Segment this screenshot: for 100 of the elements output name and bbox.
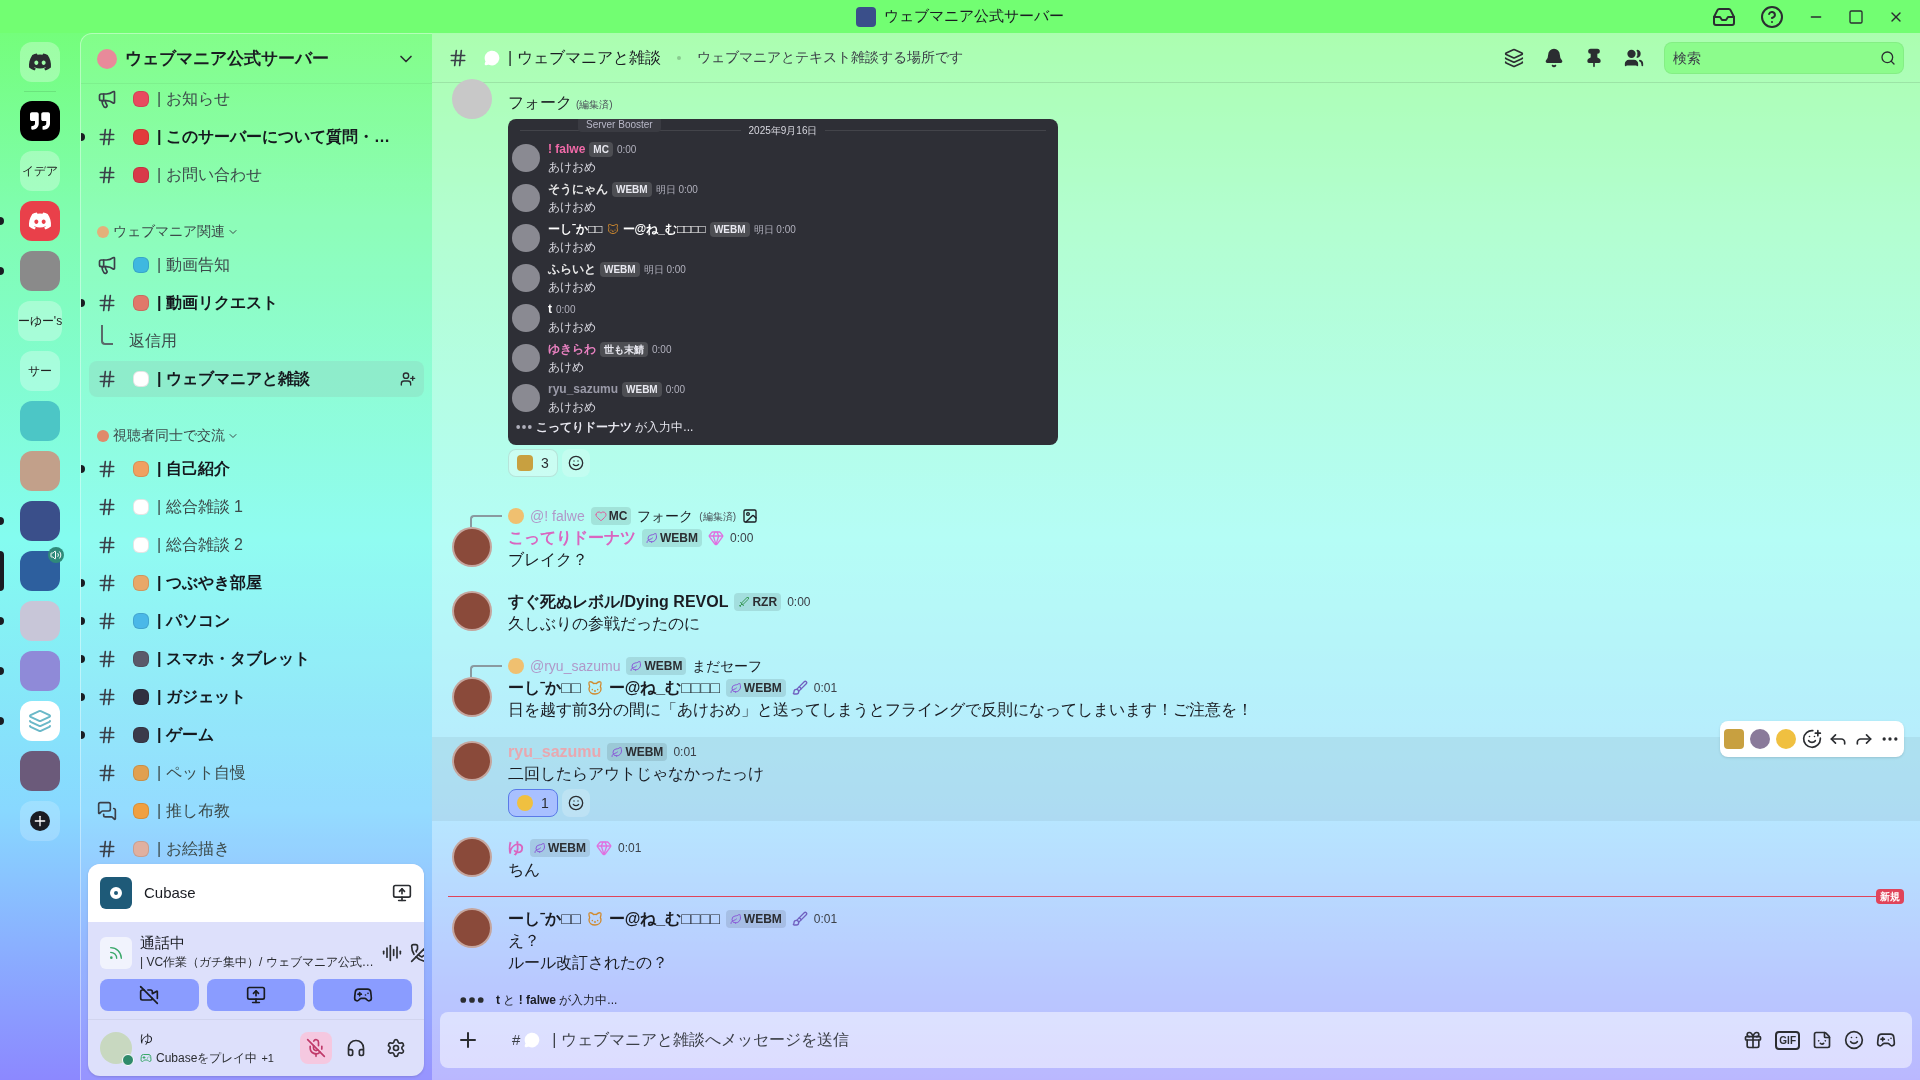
- channel-name[interactable]: | ゲーム: [157, 723, 214, 747]
- bell-icon[interactable]: [1544, 47, 1564, 68]
- channel-item[interactable]: | お問い合わせ: [89, 157, 424, 193]
- channel-name[interactable]: | 動画リクエスト: [157, 291, 278, 315]
- server-picture[interactable]: [20, 551, 60, 591]
- channel-item[interactable]: | 自己紹介: [89, 451, 424, 487]
- user-avatar[interactable]: [452, 591, 492, 631]
- threads-icon[interactable]: [1504, 47, 1524, 68]
- author-name[interactable]: ー@ね_む□□□□: [608, 676, 720, 700]
- user-avatar[interactable]: [452, 677, 492, 717]
- gamepad-icon[interactable]: [1876, 1030, 1896, 1050]
- maximize-icon[interactable]: [1848, 8, 1864, 25]
- channel-name[interactable]: | つぶやき部屋: [157, 571, 262, 595]
- channel-item[interactable]: | パソコン: [89, 603, 424, 639]
- channel-type-icon: [97, 573, 117, 593]
- speech-bubble-icon: [484, 49, 500, 66]
- emoji-icon[interactable]: [1750, 729, 1770, 749]
- help-icon[interactable]: [1760, 4, 1784, 29]
- add-reaction-button[interactable]: [561, 449, 590, 477]
- channel-item[interactable]: | ペット自慢: [89, 755, 424, 791]
- reaction-chip[interactable]: 3: [508, 449, 558, 477]
- add-server-button[interactable]: [20, 801, 60, 841]
- message-composer[interactable]: # | ウェブマニアと雑談へメッセージを送信 GIF: [440, 1012, 1912, 1068]
- sticker-icon[interactable]: [1812, 1030, 1832, 1050]
- screen-share-icon[interactable]: [392, 883, 412, 904]
- channel-name[interactable]: | お問い合わせ: [157, 163, 262, 187]
- user-avatar[interactable]: [452, 908, 492, 948]
- screenshot-attachment[interactable]: [508, 119, 1058, 445]
- channel-item[interactable]: | お絵描き: [89, 831, 424, 867]
- channel-item[interactable]: | 推し布教: [89, 793, 424, 829]
- server-icon[interactable]: ーゆー's: [17, 301, 63, 341]
- channel-item[interactable]: | このサーバーについて質問・…: [89, 119, 424, 155]
- channel-name[interactable]: | お知らせ: [157, 87, 230, 111]
- author-name[interactable]: すぐ死ぬレボル/Dying REVOL: [508, 590, 729, 614]
- home-button[interactable]: [20, 42, 60, 82]
- emoji-picker-icon[interactable]: [1844, 1030, 1864, 1050]
- channel-item[interactable]: | ガジェット: [89, 679, 424, 715]
- category-header[interactable]: ウェブマニア関連: [113, 221, 239, 242]
- channel-name[interactable]: | このサーバーについて質問・…: [157, 125, 390, 149]
- channel-name[interactable]: | ガジェット: [157, 685, 246, 709]
- thread-link[interactable]: 返信用: [129, 329, 177, 353]
- screen-share-button[interactable]: [206, 979, 306, 1011]
- channel-name[interactable]: | パソコン: [157, 609, 230, 633]
- emoji-icon: [517, 455, 533, 471]
- channel-name[interactable]: | ペット自慢: [157, 761, 246, 785]
- server-picture[interactable]: [20, 751, 60, 791]
- mic-button[interactable]: [300, 1032, 332, 1064]
- channel-name[interactable]: | 総合雑談 1: [157, 495, 243, 519]
- channel-name[interactable]: | 動画告知: [157, 253, 230, 277]
- channel-name[interactable]: | 推し布教: [157, 799, 230, 823]
- channel-name[interactable]: | スマホ・タブレット: [157, 647, 310, 671]
- server-icon[interactable]: [20, 101, 60, 141]
- add-reaction-button[interactable]: [561, 789, 590, 817]
- author-name: ! falwe: [548, 141, 586, 158]
- activity-name: Cubase: [144, 883, 196, 903]
- channel-item[interactable]: | 動画告知: [89, 247, 424, 283]
- server-name[interactable]: ウェブマニア公式サーバー: [125, 45, 329, 72]
- channel-item[interactable]: | つぶやき部屋: [89, 565, 424, 601]
- server-icon[interactable]: サー: [20, 351, 60, 391]
- user-avatar[interactable]: [100, 1032, 132, 1064]
- channel-name[interactable]: | 総合雑談 2: [157, 533, 243, 557]
- disconnect-icon[interactable]: [409, 942, 424, 963]
- voice-channel[interactable]: | VC作業（ガチ集中）/ ウェブマニア公式…: [140, 953, 374, 971]
- server-picture[interactable]: [20, 251, 60, 291]
- settings-icon[interactable]: [386, 1038, 406, 1058]
- channel-name[interactable]: | ウェブマニアと雑談: [157, 367, 310, 391]
- noise-suppression-icon[interactable]: [381, 942, 402, 963]
- author-name[interactable]: ーしˉか□□: [508, 907, 581, 931]
- pin-icon[interactable]: [1584, 47, 1604, 68]
- message-input[interactable]: | ウェブマニアと雑談へメッセージを送信: [552, 1028, 1732, 1052]
- channel-item[interactable]: | ゲーム: [89, 717, 424, 753]
- channel-item[interactable]: | ウェブマニアと雑談: [89, 361, 424, 397]
- server-picture[interactable]: [20, 501, 60, 541]
- channel-item[interactable]: | スマホ・タブレット: [89, 641, 424, 677]
- channel-name[interactable]: | 自己紹介: [157, 457, 230, 481]
- reply-text[interactable]: まだセーフ: [692, 655, 763, 677]
- server-icon[interactable]: イデア: [20, 151, 60, 191]
- activity-button[interactable]: [313, 979, 412, 1011]
- headphones-icon[interactable]: [346, 1038, 366, 1058]
- user-avatar[interactable]: [452, 527, 492, 567]
- add-reaction-icon[interactable]: [1802, 729, 1822, 749]
- channel-topic[interactable]: ウェブマニアとテキスト雑談する場所です: [696, 47, 963, 68]
- channel-item[interactable]: | お知らせ: [89, 81, 424, 117]
- channel-item[interactable]: | 総合雑談 2: [89, 527, 424, 563]
- author-name[interactable]: ー@ね_む□□□□: [608, 907, 720, 931]
- gif-button[interactable]: GIF: [1775, 1030, 1800, 1050]
- members-icon[interactable]: [1624, 47, 1644, 68]
- gift-icon[interactable]: [1743, 1030, 1764, 1050]
- voice-status[interactable]: 通話中: [140, 934, 374, 953]
- author-name[interactable]: ーしˉか□□: [508, 676, 581, 700]
- reaction-chip[interactable]: 1: [508, 789, 558, 817]
- channel-item[interactable]: | 総合雑談 1: [89, 489, 424, 525]
- reply-text[interactable]: フォーク: [637, 505, 694, 527]
- channel-name[interactable]: | お絵描き: [157, 837, 230, 861]
- user-avatar[interactable]: [452, 837, 492, 877]
- category-header[interactable]: 視聴者同士で交流: [113, 425, 239, 446]
- user-avatar[interactable]: [452, 741, 492, 781]
- camera-off-button[interactable]: [100, 979, 199, 1011]
- channel-item[interactable]: | 動画リクエスト: [89, 285, 424, 321]
- search-field[interactable]: 検索: [1664, 41, 1904, 74]
